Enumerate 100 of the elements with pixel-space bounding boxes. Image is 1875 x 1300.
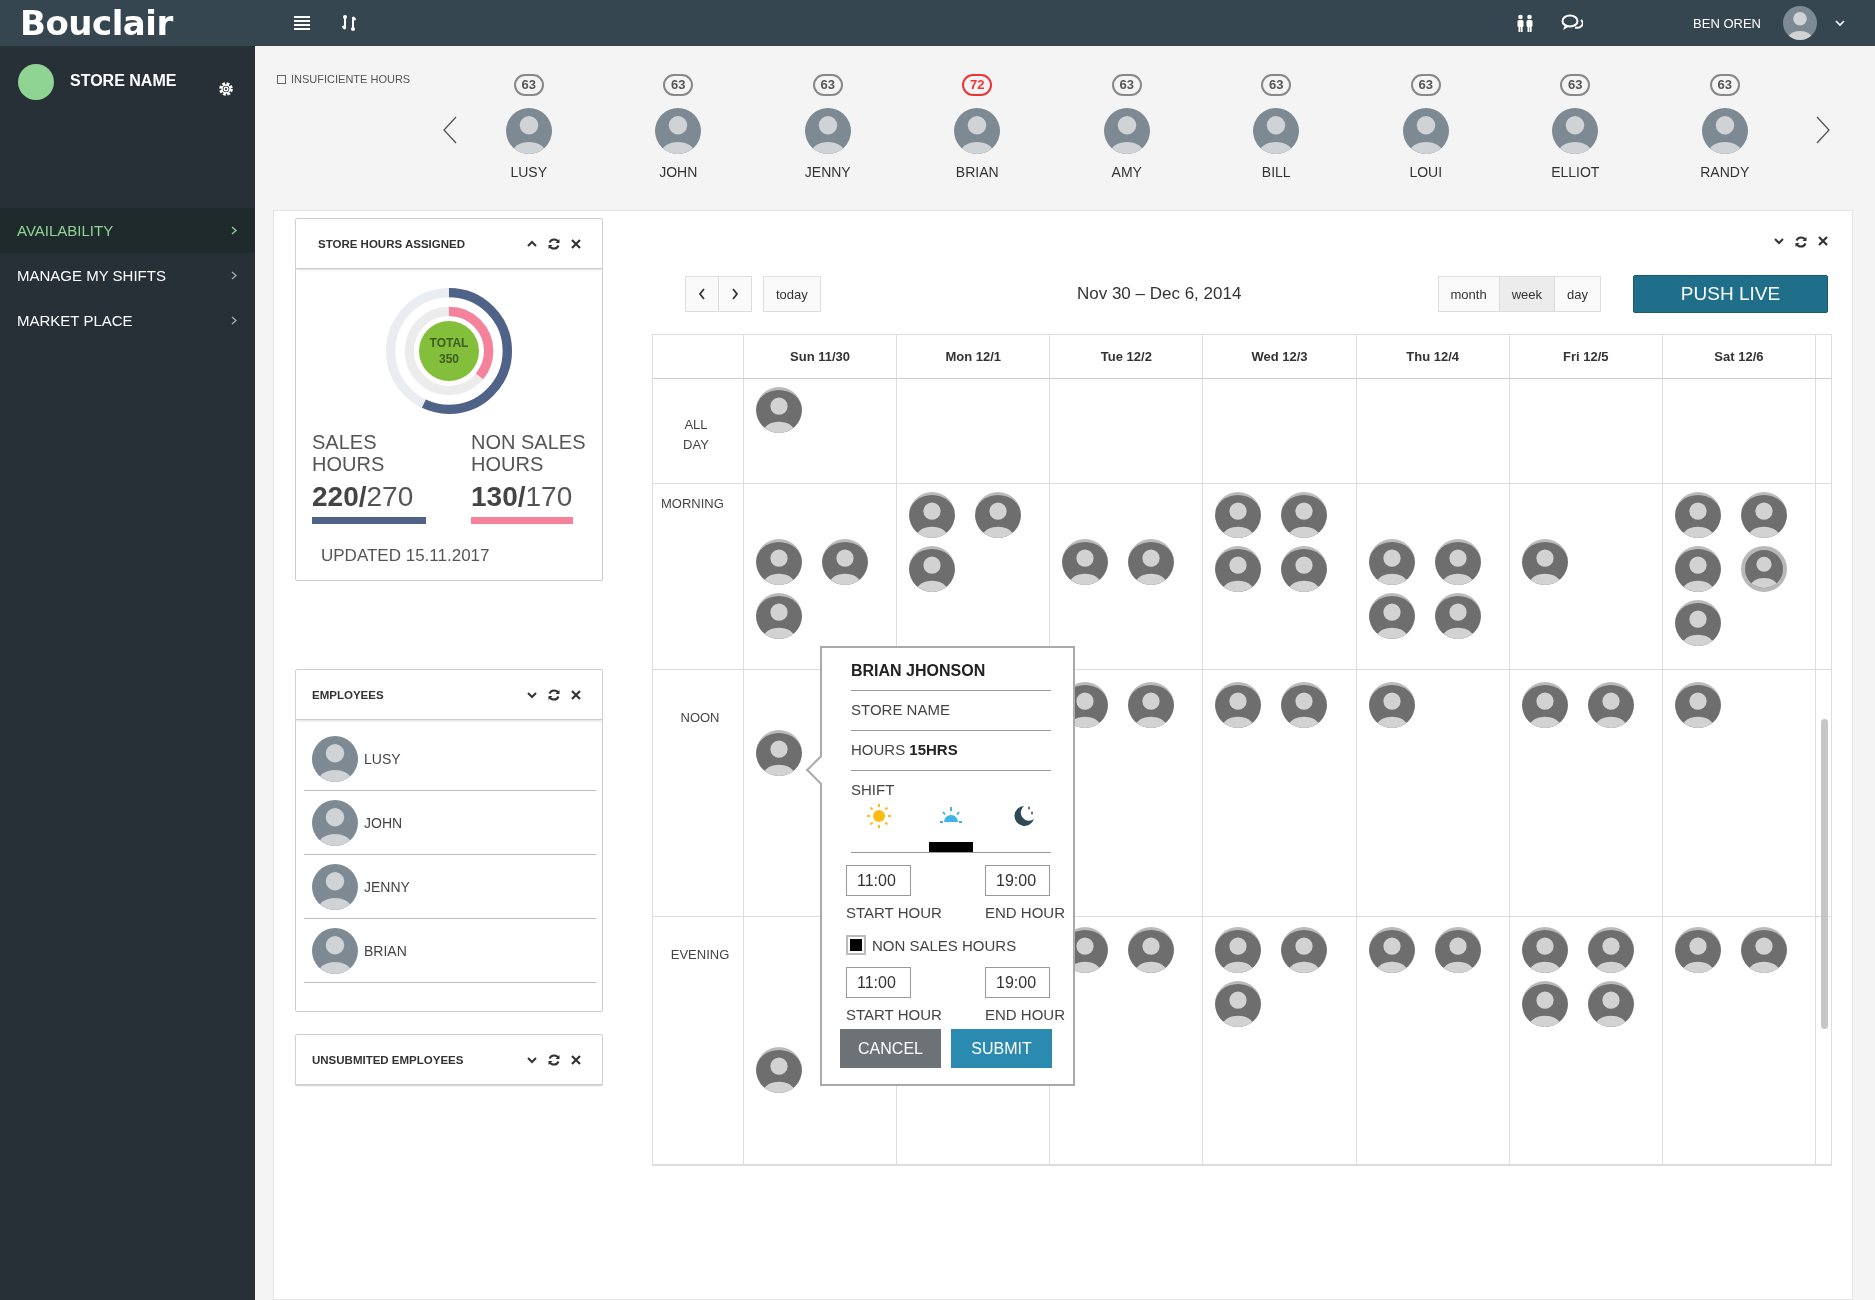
submit-button[interactable]: SUBMIT — [951, 1029, 1052, 1068]
shift-avatar[interactable] — [909, 546, 956, 592]
view-button[interactable]: week — [1499, 276, 1556, 312]
shift-avatar[interactable] — [1368, 593, 1415, 639]
shift-avatar[interactable] — [756, 1047, 802, 1093]
today-button[interactable]: today — [763, 276, 821, 312]
nav-item[interactable]: AVAILABILITY — [0, 208, 255, 253]
shift-avatar[interactable] — [1674, 546, 1721, 592]
chevron-right-icon[interactable] — [1814, 116, 1831, 144]
user-avatar[interactable] — [1783, 6, 1817, 40]
employee-avatar[interactable] — [1552, 108, 1599, 154]
shift-avatar[interactable] — [1281, 682, 1328, 728]
nav-item[interactable]: MARKET PLACE — [0, 298, 255, 343]
time-field[interactable]: 19:00 — [985, 865, 1050, 896]
chat-icon[interactable] — [1561, 14, 1584, 32]
scrollbar-thumb[interactable] — [1821, 719, 1828, 1029]
refresh-icon[interactable] — [547, 687, 561, 702]
checkbox[interactable] — [846, 935, 866, 955]
shift-avatar[interactable] — [1215, 546, 1262, 592]
hours-text: HOURS 15HRS — [851, 731, 1051, 771]
employee-full-name: BRIAN JHONSON — [851, 658, 1051, 691]
user-name[interactable]: BEN OREN — [1693, 15, 1761, 31]
field-label: START HOUR — [846, 904, 942, 921]
time-field[interactable]: 11:00 — [846, 967, 911, 998]
employee-row[interactable]: BRIAN — [304, 919, 596, 983]
time-field[interactable]: 19:00 — [985, 967, 1050, 998]
shift-avatar[interactable] — [975, 492, 1022, 538]
shift-avatar[interactable] — [1281, 546, 1328, 592]
close-icon[interactable] — [570, 1053, 582, 1066]
shift-avatar[interactable] — [1368, 539, 1415, 585]
shift-avatar[interactable] — [1281, 927, 1328, 973]
swap-arrows-icon[interactable] — [341, 14, 357, 32]
shift-avatar[interactable] — [756, 593, 802, 639]
shift-avatar[interactable] — [1215, 682, 1262, 728]
checkbox[interactable] — [277, 74, 286, 84]
shift-avatar[interactable] — [1128, 682, 1175, 728]
caret-down-icon[interactable] — [1835, 19, 1845, 27]
employee-avatar[interactable] — [954, 108, 1001, 154]
shift-avatar[interactable] — [1434, 927, 1481, 973]
refresh-icon[interactable] — [1794, 235, 1808, 249]
shift-avatar[interactable] — [756, 730, 802, 776]
shift-avatar[interactable] — [1434, 539, 1481, 585]
refresh-icon[interactable] — [547, 1052, 561, 1067]
employee-avatar[interactable] — [1253, 108, 1300, 154]
shift-avatar[interactable] — [1062, 539, 1109, 585]
hours-badge: 63 — [1261, 74, 1292, 96]
close-icon[interactable] — [570, 237, 582, 250]
shift-avatar[interactable] — [1740, 492, 1787, 538]
shift-avatar[interactable] — [1740, 546, 1787, 592]
shift-avatar[interactable] — [1434, 593, 1481, 639]
shift-avatar[interactable] — [1674, 600, 1721, 646]
employee-avatar[interactable] — [655, 108, 702, 154]
employee-row[interactable]: JOHN — [304, 791, 596, 855]
shift-avatar[interactable] — [1128, 539, 1175, 585]
view-button[interactable]: day — [1555, 276, 1601, 312]
employee-avatar[interactable] — [1402, 108, 1449, 154]
shift-avatar[interactable] — [1521, 682, 1568, 728]
shift-avatar[interactable] — [1587, 682, 1634, 728]
shift-avatar[interactable] — [1368, 682, 1415, 728]
menu-icon[interactable] — [293, 15, 311, 31]
shift-avatar[interactable] — [1521, 927, 1568, 973]
shift-avatar[interactable] — [1215, 981, 1262, 1027]
shift-avatar[interactable] — [909, 492, 956, 538]
shift-avatar[interactable] — [1281, 492, 1328, 538]
employee-avatar[interactable] — [804, 108, 851, 154]
employee-avatar — [312, 799, 358, 846]
settings-icon[interactable] — [217, 80, 235, 98]
shift-avatar[interactable] — [756, 539, 802, 585]
nav-item[interactable]: MANAGE MY SHIFTS — [0, 253, 255, 298]
employee-row[interactable]: JENNY — [304, 855, 596, 919]
cancel-button[interactable]: CANCEL — [840, 1029, 941, 1068]
chevron-right-icon — [731, 288, 739, 300]
shift-avatar[interactable] — [1674, 927, 1721, 973]
employee-avatar[interactable] — [505, 108, 552, 154]
shift-avatar[interactable] — [1521, 981, 1568, 1027]
employee-avatar — [312, 735, 358, 782]
shift-avatar[interactable] — [1215, 492, 1262, 538]
shift-avatar[interactable] — [1674, 492, 1721, 538]
shift-avatar[interactable] — [756, 387, 802, 433]
shift-avatar[interactable] — [822, 539, 868, 585]
shift-avatar[interactable] — [1521, 539, 1568, 585]
employee-row[interactable]: LUSY — [304, 727, 596, 791]
shift-avatar[interactable] — [1740, 927, 1787, 973]
refresh-icon[interactable] — [547, 236, 561, 251]
shift-avatar[interactable] — [1368, 927, 1415, 973]
close-icon[interactable] — [570, 688, 582, 701]
employee-avatar[interactable] — [1103, 108, 1150, 154]
time-field[interactable]: 11:00 — [846, 865, 911, 896]
people-icon[interactable] — [1515, 14, 1536, 32]
employee-avatar[interactable] — [1701, 108, 1748, 154]
push-live-button[interactable]: PUSH LIVE — [1633, 275, 1828, 313]
shift-avatar[interactable] — [1674, 682, 1721, 728]
chevron-left-icon[interactable] — [442, 116, 458, 144]
field-label: END HOUR — [985, 904, 1065, 921]
shift-avatar[interactable] — [1587, 981, 1634, 1027]
shift-avatar[interactable] — [1587, 927, 1634, 973]
view-button[interactable]: month — [1437, 276, 1500, 312]
field-label: END HOUR — [985, 1006, 1065, 1023]
shift-avatar[interactable] — [1128, 927, 1175, 973]
shift-avatar[interactable] — [1215, 927, 1262, 973]
